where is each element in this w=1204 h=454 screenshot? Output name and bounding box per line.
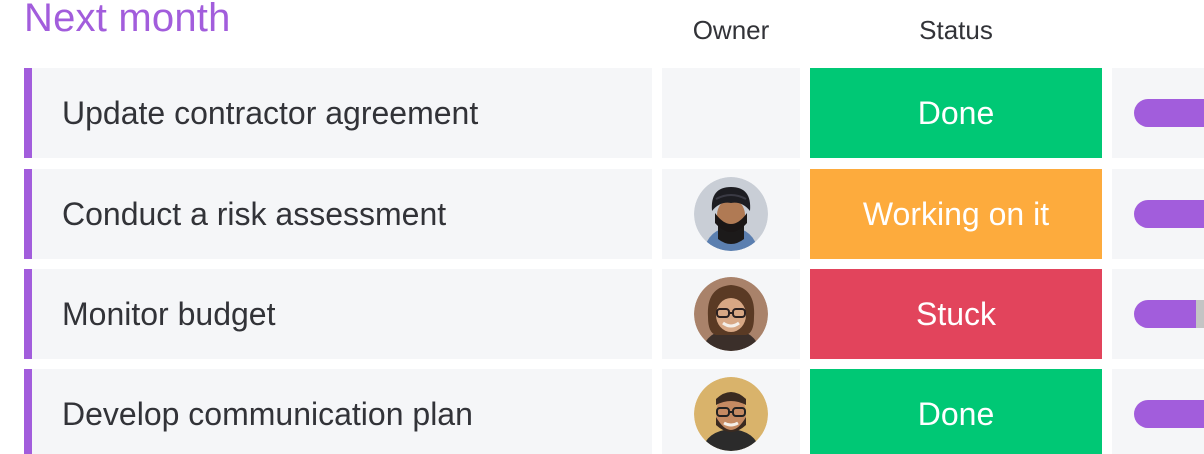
- item-name: Develop communication plan: [62, 395, 473, 432]
- table-row[interactable]: Monitor budget Stuck: [24, 269, 1204, 359]
- timeline-bar: [1134, 300, 1204, 328]
- column-header-status[interactable]: Status: [810, 14, 1102, 46]
- item-name-cell[interactable]: Monitor budget: [32, 269, 652, 359]
- owner-cell-empty[interactable]: [662, 68, 800, 158]
- table-row[interactable]: Update contractor agreement Done: [24, 68, 1204, 158]
- timeline-cell[interactable]: [1112, 169, 1204, 259]
- table-row[interactable]: Conduct a risk assessment Working on it: [24, 169, 1204, 259]
- timeline-cell[interactable]: [1112, 369, 1204, 454]
- avatar-man-beard: [694, 377, 768, 451]
- table-row[interactable]: Develop communication plan Done: [24, 369, 1204, 454]
- item-name-cell[interactable]: Update contractor agreement: [32, 68, 652, 158]
- status-cell-working-on-it[interactable]: Working on it: [810, 169, 1102, 259]
- timeline-cell[interactable]: [1112, 269, 1204, 359]
- timeline-bar: [1134, 200, 1204, 228]
- status-cell-done[interactable]: Done: [810, 68, 1102, 158]
- row-color-indicator: [24, 369, 32, 454]
- board-group: Next month Owner Status Update contracto…: [0, 0, 1204, 454]
- item-name: Update contractor agreement: [62, 94, 479, 131]
- row-color-indicator: [24, 169, 32, 259]
- avatar-woman-glasses: [694, 277, 768, 351]
- row-color-indicator: [24, 269, 32, 359]
- item-name-cell[interactable]: Develop communication plan: [32, 369, 652, 454]
- owner-cell[interactable]: [662, 169, 800, 259]
- status-cell-stuck[interactable]: Stuck: [810, 269, 1102, 359]
- timeline-cell[interactable]: [1112, 68, 1204, 158]
- owner-cell[interactable]: [662, 269, 800, 359]
- item-name-cell[interactable]: Conduct a risk assessment: [32, 169, 652, 259]
- item-name: Conduct a risk assessment: [62, 195, 447, 232]
- item-name: Monitor budget: [62, 295, 276, 332]
- timeline-bar: [1134, 400, 1204, 428]
- group-title[interactable]: Next month: [24, 0, 231, 42]
- row-color-indicator: [24, 68, 32, 158]
- timeline-bar: [1134, 99, 1204, 127]
- avatar-man-turban: [694, 177, 768, 251]
- owner-cell[interactable]: [662, 369, 800, 454]
- status-cell-done[interactable]: Done: [810, 369, 1102, 454]
- column-header-owner[interactable]: Owner: [662, 14, 800, 46]
